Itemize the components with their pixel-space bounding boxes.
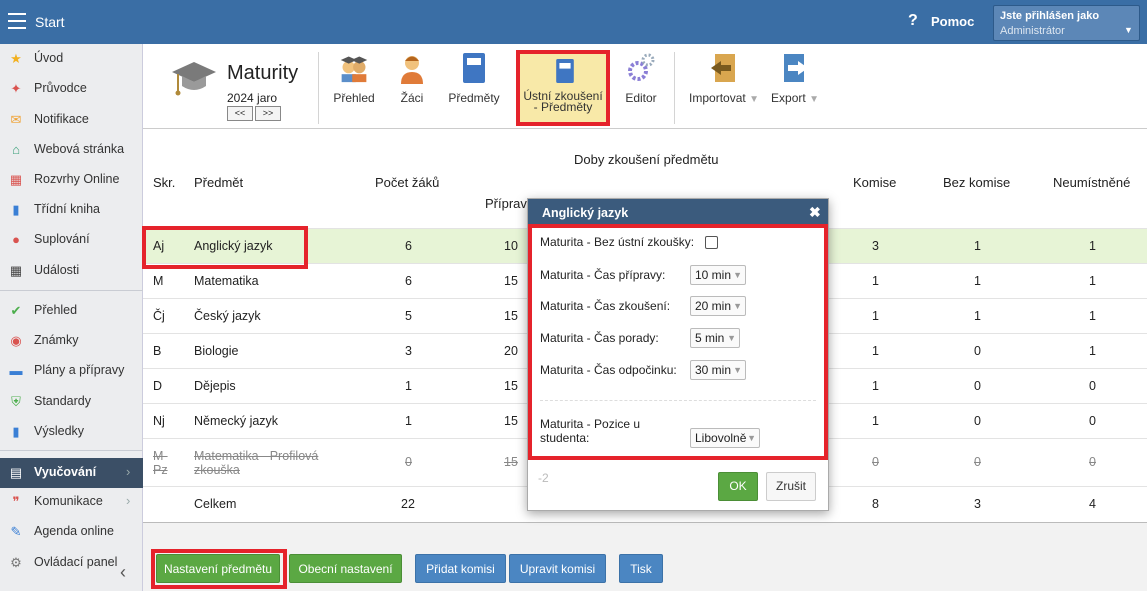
chat-icon: ❞ — [12, 494, 20, 509]
sidebar-item-notifikace[interactable]: ✉ Notifikace — [0, 107, 143, 133]
col-header-komise[interactable]: Komise — [853, 175, 896, 190]
col-header-bez-komise[interactable]: Bez komise — [943, 175, 1010, 190]
envelope-icon: ✉ — [10, 112, 22, 127]
check-circle-icon: ✔ — [10, 303, 22, 318]
toolbar-ustni-label-2: - Předměty — [533, 100, 593, 114]
student-icon — [401, 56, 423, 84]
sidebar-item-prehled[interactable]: ✔ Přehled — [0, 298, 143, 324]
highlight-dialog-form — [528, 224, 828, 460]
gears-icon — [628, 53, 655, 81]
dropdown-arrow-icon: ▼ — [749, 94, 759, 105]
briefcase-icon: ▬ — [9, 363, 23, 378]
sidebar-item-plany[interactable]: ▬ Plány a přípravy — [0, 358, 143, 384]
col-header-pocet[interactable]: Počet žáků — [375, 175, 439, 190]
notebook-icon — [463, 53, 485, 83]
person-icon: ● — [12, 232, 20, 247]
toolbar-divider-line — [143, 128, 1147, 129]
user-dropdown[interactable]: Jste přihlášen jako Administrátor ▼ — [993, 5, 1140, 41]
col-header-skr[interactable]: Skr. — [153, 175, 175, 190]
sidebar-item-agenda[interactable]: ✎ Agenda online — [0, 519, 143, 545]
import-icon — [711, 54, 735, 82]
bar-chart-icon: ▮ — [12, 424, 20, 439]
notebook-icon — [556, 59, 574, 83]
toolbar-editor[interactable]: Editor — [622, 52, 660, 104]
upravit-komisi-button[interactable]: Upravit komisi — [509, 554, 606, 583]
calendar-event-icon: ▦ — [9, 263, 23, 278]
graduation-cap-icon — [172, 62, 216, 96]
grade-icon: ◉ — [10, 333, 22, 348]
sidebar-item-webova-stranka[interactable]: ⌂ Webová stránka — [0, 137, 143, 163]
sidebar-item-uvod[interactable]: ★ Úvod — [0, 46, 143, 72]
close-icon[interactable]: ✖ — [809, 204, 821, 221]
gear-icon: ⚙ — [10, 555, 22, 570]
top-bar: Start ? Pomoc Jste přihlášen jako Admini… — [0, 0, 1147, 44]
sidebar-item-tridni-kniha[interactable]: ▮ Třídní kniha — [0, 197, 143, 223]
dropdown-arrow-icon: ▼ — [809, 94, 819, 105]
sidebar-item-znamky[interactable]: ◉ Známky — [0, 328, 143, 354]
chevron-right-icon: › — [126, 464, 131, 479]
col-header-neumistnene[interactable]: Neumístněné — [1053, 175, 1130, 190]
module-title: Maturity — [227, 62, 299, 84]
next-period-button[interactable]: >> — [255, 106, 281, 121]
book-icon: ▮ — [12, 202, 20, 217]
sidebar-item-pruvodce[interactable]: ✦ Průvodce — [0, 76, 143, 102]
toolbar-import[interactable]: Importovat ▼ — [686, 52, 762, 106]
students-group-icon — [340, 56, 368, 83]
help-link[interactable]: Pomoc — [931, 14, 974, 29]
obecni-nastaveni-button[interactable]: Obecní nastavení — [289, 554, 402, 583]
pen-icon: ✎ — [10, 524, 22, 539]
star-icon: ★ — [10, 51, 22, 66]
sidebar-item-udalosti[interactable]: ▦ Události — [0, 258, 143, 284]
highlight-row-anglicky — [142, 226, 308, 269]
sidebar-item-standardy[interactable]: ⛨ Standardy — [0, 389, 143, 415]
highlight-nastaveni — [151, 549, 287, 589]
cancel-button[interactable]: Zrušit — [766, 472, 816, 501]
sidebar-divider — [0, 450, 143, 451]
sidebar-item-rozvrhy[interactable]: ▦ Rozvrhy Online — [0, 167, 143, 193]
export-icon — [784, 54, 808, 82]
ok-button[interactable]: OK — [718, 472, 758, 501]
toolbar-zaci[interactable]: Žáci — [396, 52, 428, 104]
sidebar: ★ Úvod ✦ Průvodce ✉ Notifikace ⌂ Webová strá… — [0, 44, 143, 591]
toolbar-ustni-zkouseni[interactable]: Ústní zkoušení - Předměty — [516, 50, 610, 126]
tisk-button[interactable]: Tisk — [619, 554, 663, 583]
menu-icon[interactable] — [8, 13, 26, 29]
calendar-icon: ▦ — [9, 172, 23, 187]
pridat-komisi-button[interactable]: Přidat komisi — [415, 554, 506, 583]
shield-icon: ⛨ — [11, 394, 21, 409]
chevron-right-icon: › — [126, 493, 131, 508]
sidebar-divider — [0, 290, 143, 291]
toolbar-predmety[interactable]: Předměty — [446, 52, 502, 104]
open-book-icon: ▤ — [9, 465, 23, 480]
wand-icon: ✦ — [10, 81, 22, 96]
home-icon: ⌂ — [12, 142, 20, 157]
toolbar-divider — [674, 52, 675, 124]
sidebar-item-suplovani[interactable]: ● Suplování — [0, 227, 143, 253]
dialog-counter: -2 — [538, 471, 549, 485]
start-link[interactable]: Start — [35, 14, 65, 30]
dialog-header: Anglický jazyk ✖ — [528, 199, 828, 227]
help-icon[interactable]: ? — [908, 12, 918, 30]
login-user: Administrátor — [1000, 25, 1065, 37]
sidebar-item-vyucovani[interactable]: ▤ Vyučování › — [0, 458, 143, 488]
col-header-predmet[interactable]: Předmět — [194, 175, 243, 190]
sidebar-item-vysledky[interactable]: ▮ Výsledky — [0, 419, 143, 445]
dialog-title: Anglický jazyk — [542, 206, 629, 220]
toolbar-divider — [318, 52, 319, 124]
module-year: 2024 jaro — [227, 91, 278, 105]
login-title: Jste přihlášen jako — [1000, 10, 1100, 22]
toolbar-prehled[interactable]: Přehled — [330, 52, 378, 104]
col-header-doby: Doby zkoušení předmětu — [574, 152, 719, 167]
collapse-sidebar-icon[interactable]: ‹ — [120, 562, 126, 583]
sidebar-item-komunikace[interactable]: ❞ Komunikace › — [0, 489, 143, 515]
toolbar-export[interactable]: Export ▼ — [768, 52, 822, 106]
chevron-down-icon: ▼ — [1124, 25, 1133, 35]
prev-period-button[interactable]: << — [227, 106, 253, 121]
